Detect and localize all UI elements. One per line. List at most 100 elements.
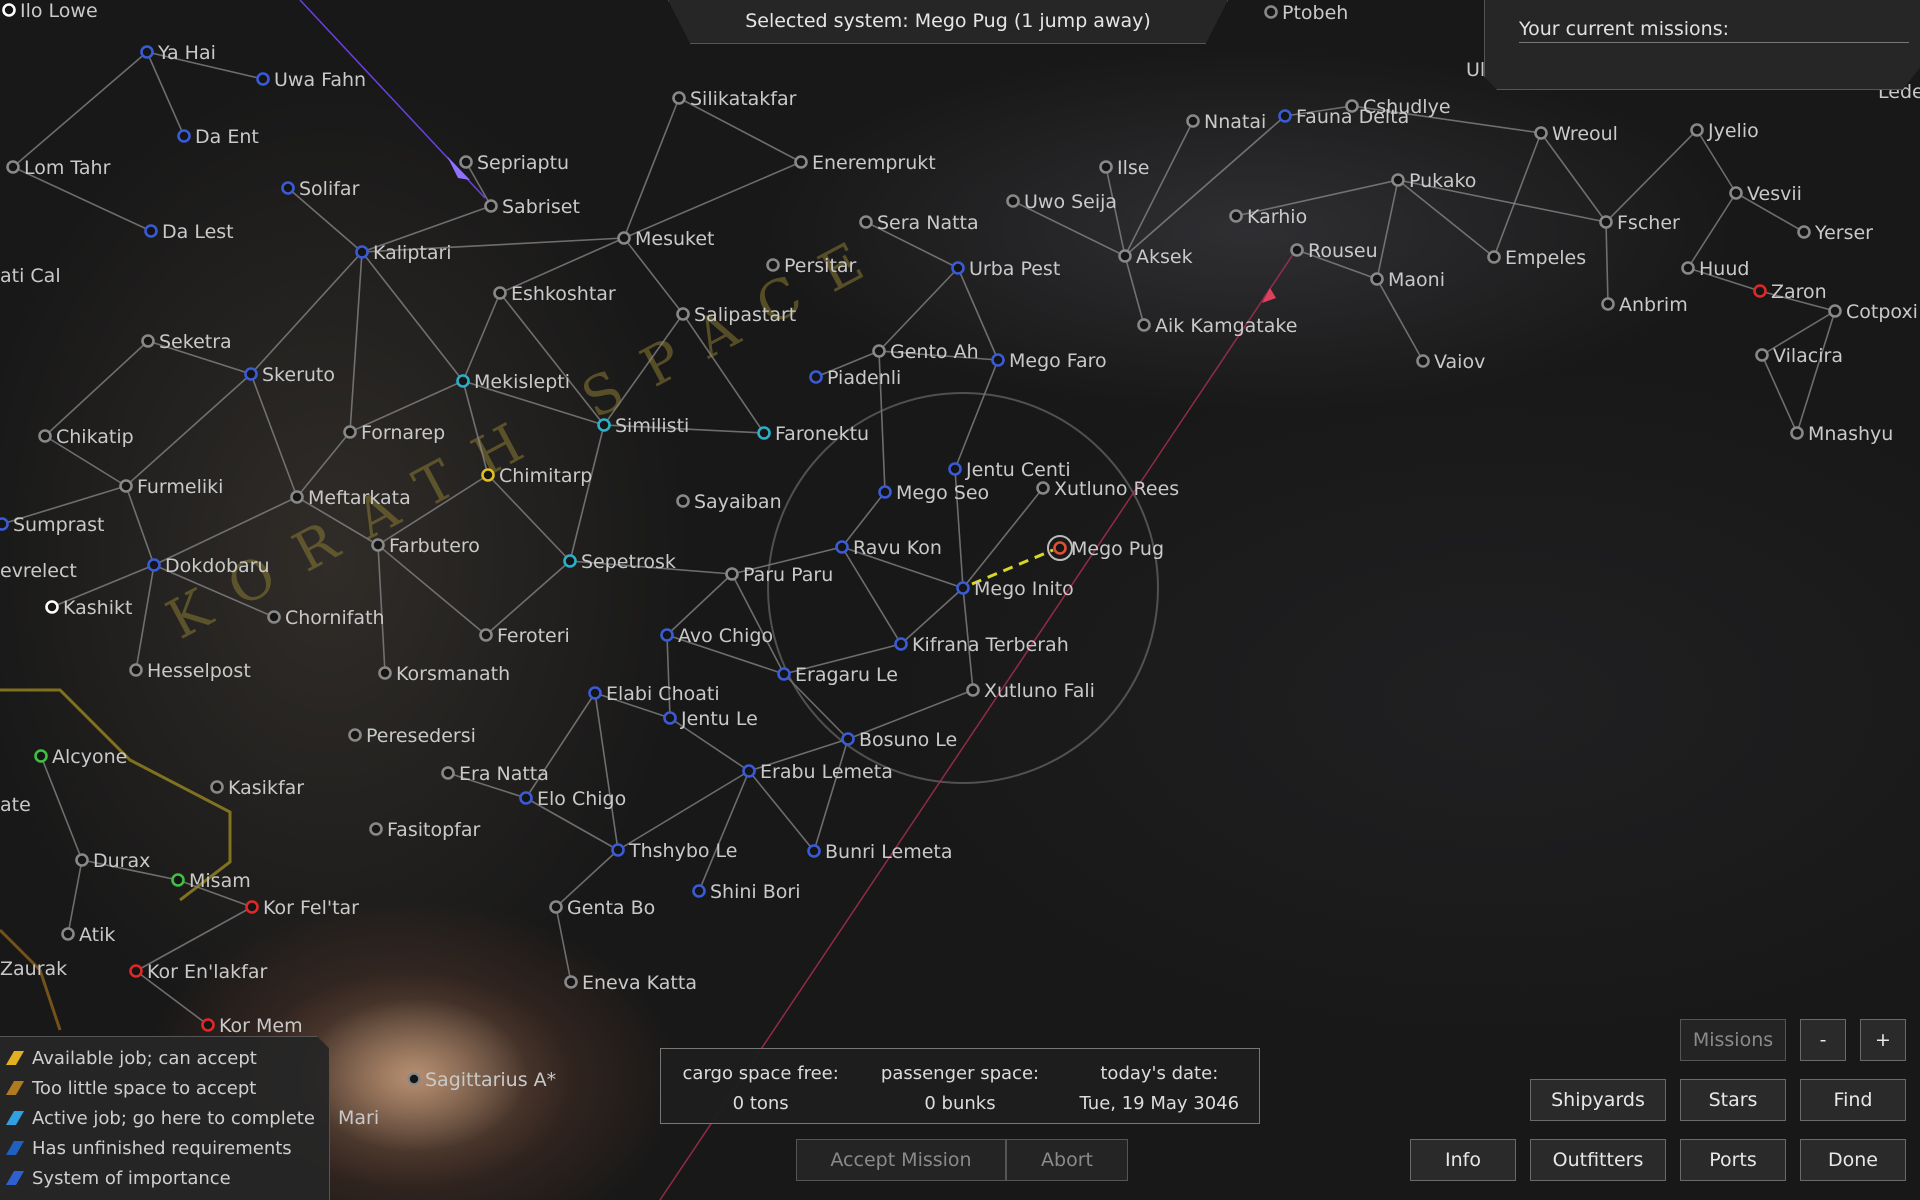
ports-button[interactable]: Ports (1680, 1139, 1786, 1181)
system-marker[interactable] (809, 370, 823, 384)
star-system[interactable]: Aksek (1118, 246, 1193, 268)
star-system[interactable]: Era Natta (441, 763, 549, 785)
star-system[interactable]: Eneva Katta (564, 972, 697, 994)
system-marker[interactable] (564, 975, 578, 989)
star-system[interactable]: Kor En'lakfar (129, 961, 268, 983)
star-system[interactable]: Meftarkata (290, 487, 411, 509)
system-marker[interactable] (407, 1072, 421, 1086)
star-system[interactable]: Da Ent (177, 126, 259, 148)
system-marker[interactable] (794, 155, 808, 169)
star-system[interactable]: Uwa Fahn (256, 69, 367, 91)
star-system[interactable]: Silikatakfar (672, 88, 797, 110)
system-marker[interactable] (563, 554, 577, 568)
star-system[interactable]: Solifar (281, 178, 360, 200)
star-system[interactable]: Durax (75, 850, 151, 872)
star-system[interactable]: Mego Faro (991, 350, 1107, 372)
system-marker[interactable] (1264, 5, 1278, 19)
system-marker[interactable] (484, 199, 498, 213)
star-system[interactable]: Peresedersi (348, 725, 476, 747)
system-marker[interactable] (256, 72, 270, 86)
system-marker[interactable] (1118, 249, 1132, 263)
star-system[interactable]: Sagittarius A* (407, 1069, 557, 1091)
galaxy-map[interactable]: KORATH SPACE Ilo Lowe Ya Hai Uwa Fahn Da En… (0, 0, 1920, 1200)
system-marker[interactable] (177, 129, 191, 143)
star-system[interactable]: Furmeliki (119, 476, 224, 498)
system-marker[interactable] (1681, 261, 1695, 275)
star-system[interactable]: Sepetrosk (563, 551, 676, 573)
system-marker[interactable] (493, 286, 507, 300)
star-system[interactable]: Kaliptari (355, 242, 452, 264)
system-marker[interactable] (479, 628, 493, 642)
system-marker[interactable] (1729, 186, 1743, 200)
star-system[interactable]: Sabriset (484, 196, 580, 218)
star-system[interactable]: Mesuket (617, 228, 715, 250)
star-system[interactable]: Faronektu (757, 423, 870, 445)
star-system[interactable]: Eneremprukt (794, 152, 936, 174)
star-system[interactable]: Rouseu (1290, 240, 1378, 262)
star-system[interactable]: Uwo Seija (1006, 191, 1118, 213)
system-marker[interactable] (441, 766, 455, 780)
system-marker[interactable] (835, 540, 849, 554)
star-system[interactable]: Chornifath (267, 607, 385, 629)
system-marker[interactable] (129, 964, 143, 978)
star-system[interactable]: Mekislepti (456, 371, 571, 393)
system-marker[interactable] (1601, 297, 1615, 311)
system-marker[interactable] (692, 884, 706, 898)
system-marker[interactable] (742, 764, 756, 778)
system-marker[interactable] (597, 418, 611, 432)
system-marker[interactable] (119, 479, 133, 493)
system-marker[interactable] (210, 780, 224, 794)
system-marker[interactable] (348, 728, 362, 742)
system-marker[interactable] (481, 468, 495, 482)
system-marker[interactable] (140, 45, 154, 59)
system-marker[interactable] (144, 224, 158, 238)
star-system[interactable]: Sera Natta (859, 212, 979, 234)
system-marker[interactable] (676, 494, 690, 508)
system-marker[interactable] (459, 155, 473, 169)
accept-mission-button[interactable]: Accept Mission (796, 1139, 1006, 1181)
star-system[interactable]: Seketra (141, 331, 232, 353)
star-system[interactable]: Sepriaptu (459, 152, 570, 174)
star-system[interactable]: Dokdobaru (147, 555, 270, 577)
system-marker[interactable] (1599, 215, 1613, 229)
star-system[interactable]: Yerser (1797, 222, 1874, 244)
star-system[interactable]: Chimitarp (481, 465, 593, 487)
system-marker[interactable] (1828, 304, 1842, 318)
star-system[interactable]: Paru Paru (725, 564, 834, 586)
star-system[interactable]: Mnashyu (1790, 423, 1894, 445)
system-marker[interactable] (956, 581, 970, 595)
system-marker[interactable] (777, 667, 791, 681)
star-system[interactable]: Avo Chigo (660, 625, 774, 647)
info-button[interactable]: Info (1410, 1139, 1516, 1181)
done-button[interactable]: Done (1800, 1139, 1906, 1181)
system-marker[interactable] (872, 344, 886, 358)
system-marker[interactable] (660, 628, 674, 642)
star-system[interactable]: Thshybo Le (611, 840, 738, 862)
star-system[interactable]: Hesselpost (129, 660, 251, 682)
system-marker[interactable] (1534, 126, 1548, 140)
star-system[interactable]: Atik (61, 924, 116, 946)
find-button[interactable]: Find (1800, 1079, 1906, 1121)
zoom-out-button[interactable]: - (1800, 1019, 1846, 1061)
system-marker[interactable] (1416, 354, 1430, 368)
star-system[interactable]: Vilacira (1755, 345, 1843, 367)
system-marker[interactable] (1753, 284, 1767, 298)
system-marker[interactable] (1053, 541, 1067, 555)
system-marker[interactable] (966, 683, 980, 697)
missions-button[interactable]: Missions (1680, 1019, 1786, 1061)
star-system[interactable]: Ya Hai (140, 42, 216, 64)
system-marker[interactable] (245, 900, 259, 914)
star-system[interactable]: Skeruto (244, 364, 336, 386)
star-system[interactable]: Da Lest (144, 221, 234, 243)
star-system[interactable]: Ravu Kon (835, 537, 942, 559)
star-system[interactable]: Cshudlye (1345, 96, 1451, 118)
star-system[interactable]: Misam (171, 870, 251, 892)
system-marker[interactable] (841, 732, 855, 746)
shipyards-button[interactable]: Shipyards (1530, 1079, 1666, 1121)
system-marker[interactable] (0, 517, 9, 531)
system-marker[interactable] (1278, 109, 1292, 123)
system-marker[interactable] (1137, 318, 1151, 332)
system-marker[interactable] (244, 367, 258, 381)
system-marker[interactable] (6, 160, 20, 174)
star-system[interactable]: Genta Bo (549, 897, 656, 919)
